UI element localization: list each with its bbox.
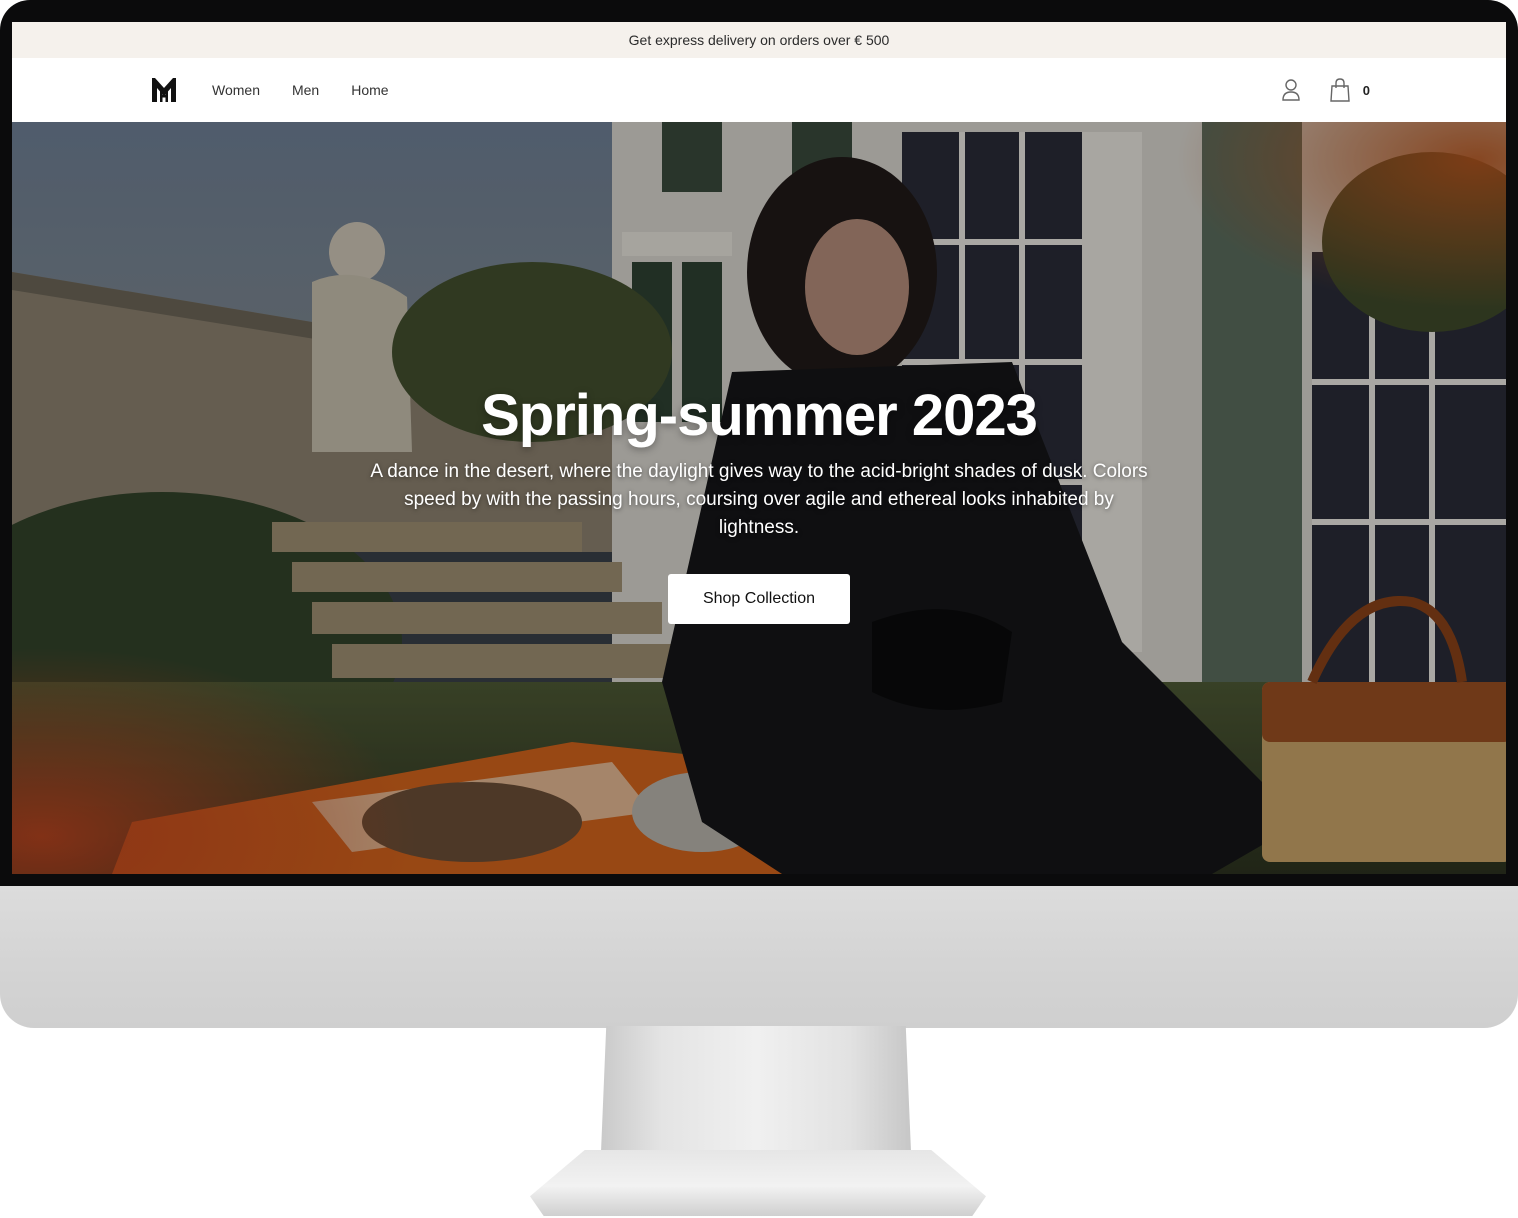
user-icon[interactable]	[1281, 78, 1301, 102]
cart-count: 0	[1362, 82, 1370, 98]
announcement-text: Get express delivery on orders over € 50…	[628, 32, 890, 48]
hero-banner: Spring-summer 2023 A dance in the desert…	[12, 122, 1506, 874]
imac-mockup: Get express delivery on orders over € 50…	[0, 0, 1518, 1218]
shop-collection-button[interactable]: Shop Collection	[668, 574, 850, 624]
announcement-bar: Get express delivery on orders over € 50…	[12, 22, 1506, 58]
nav-link-women[interactable]: Women	[212, 82, 260, 98]
nav-link-men[interactable]: Men	[292, 82, 319, 98]
shopping-bag-icon	[1330, 78, 1350, 102]
hero-content: Spring-summer 2023 A dance in the desert…	[259, 380, 1259, 624]
nav-link-home[interactable]: Home	[351, 82, 388, 98]
monitor-stand-base	[530, 1150, 986, 1216]
cart-button[interactable]: 0	[1329, 78, 1370, 102]
logo-mh-icon[interactable]	[150, 76, 178, 104]
nav-actions: 0	[1281, 58, 1370, 122]
navbar: Women Men Home 0	[12, 58, 1506, 122]
screen: Get express delivery on orders over € 50…	[12, 22, 1506, 874]
main-nav: Women Men Home	[212, 58, 421, 122]
hero-title: Spring-summer 2023	[481, 383, 1038, 448]
monitor-chin	[0, 886, 1518, 1028]
hero-description: A dance in the desert, where the dayligh…	[370, 461, 1148, 538]
